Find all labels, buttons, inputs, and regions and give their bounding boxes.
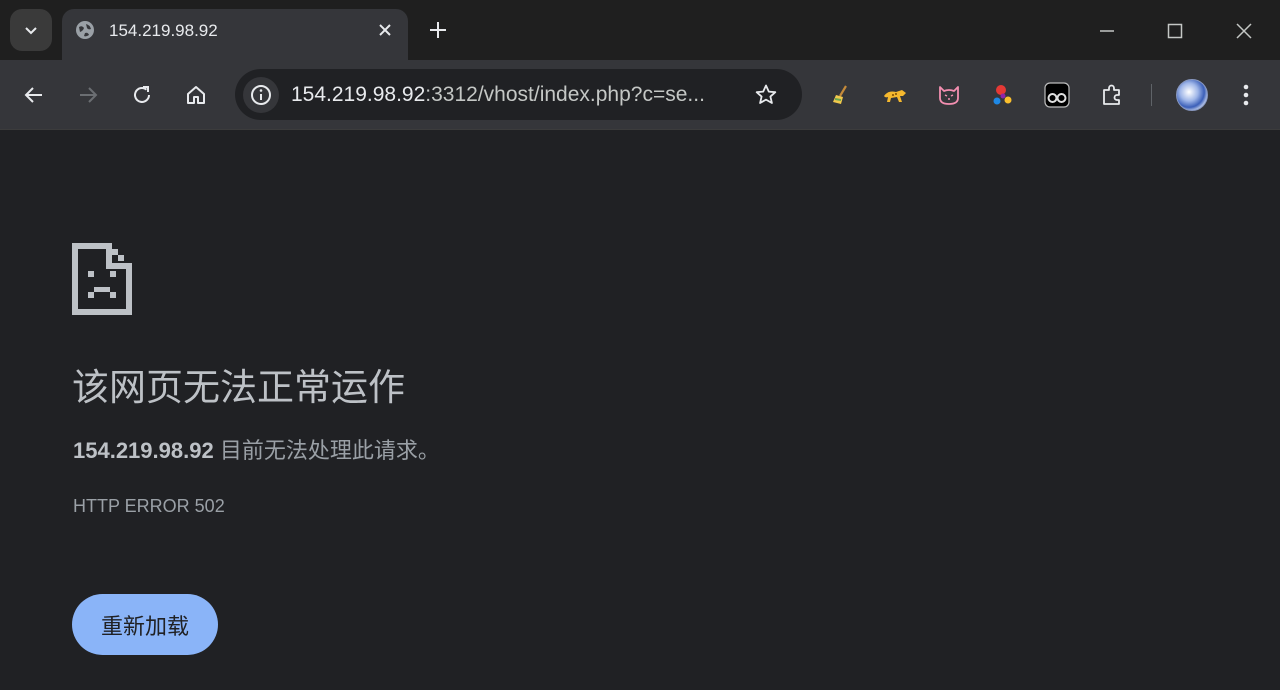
address-bar[interactable]: 154.219.98.92:3312/vhost/index.php?c=se.… [235,69,802,120]
home-button[interactable] [177,76,215,114]
cheetah-extension-icon[interactable] [880,80,910,110]
info-icon [251,85,271,105]
forward-button[interactable] [69,76,107,114]
molecule-icon [993,85,1012,105]
error-title: 该网页无法正常运作 [72,367,405,408]
broom-icon [833,85,847,104]
arrow-left-icon [24,87,42,103]
toolbar-separator [1151,84,1152,106]
tab-close-button[interactable] [374,19,396,41]
error-message: 154.219.98.92 目前无法处理此请求。 [73,433,440,465]
chevron-down-icon [25,27,37,35]
reload-toolbar-button[interactable] [123,76,161,114]
tampermonkey-extension-icon[interactable] [1042,80,1072,110]
cheetah-icon [884,90,906,102]
close-window-button[interactable] [1224,14,1264,48]
maximize-button[interactable] [1155,14,1195,48]
molecule-extension-icon[interactable] [988,80,1018,110]
browser-toolbar: 154.219.98.92:3312/vhost/index.php?c=se.… [0,60,1280,130]
tab-strip: 154.219.98.92 [0,0,1280,60]
close-icon [379,24,391,36]
error-message-text: 目前无法处理此请求。 [213,438,440,463]
tab-title: 154.219.98.92 [109,21,218,40]
tampermonkey-icon [1044,82,1070,108]
browser-menu-button[interactable] [1232,78,1260,112]
arrow-right-icon [80,87,98,103]
star-icon [755,84,777,104]
globe-icon [76,21,94,39]
close-icon [1236,23,1252,39]
tab-search-button[interactable] [10,9,52,51]
new-tab-button[interactable] [424,16,452,44]
url-text[interactable]: 154.219.98.92:3312/vhost/index.php?c=se.… [291,83,737,107]
maximize-icon [1167,23,1183,39]
home-icon [187,86,205,104]
reload-button[interactable]: 重新加载 [72,594,218,655]
url-host: 154.219.98.92 [291,83,426,106]
back-button[interactable] [15,76,53,114]
site-info-button[interactable] [243,77,279,113]
active-tab[interactable]: 154.219.98.92 [62,9,408,60]
broom-extension-icon[interactable] [826,80,856,110]
error-page: 该网页无法正常运作 154.219.98.92 目前无法处理此请求。 HTTP … [0,131,1280,690]
url-path: :3312/vhost/index.php?c=se... [425,83,705,106]
minimize-icon [1100,30,1114,32]
extensions-button[interactable] [1097,80,1127,110]
error-code: HTTP ERROR 502 [73,496,225,516]
bookmark-button[interactable] [752,81,780,109]
minimize-button[interactable] [1087,14,1127,48]
profile-avatar[interactable] [1176,79,1208,111]
puzzle-icon [1103,84,1120,105]
error-host: 154.219.98.92 [73,438,214,463]
cat-icon [939,86,959,105]
sad-page-icon [72,243,132,315]
plus-icon [430,22,446,38]
cat-extension-icon[interactable] [934,80,964,110]
more-vertical-icon [1243,84,1249,106]
reload-icon [134,86,150,103]
